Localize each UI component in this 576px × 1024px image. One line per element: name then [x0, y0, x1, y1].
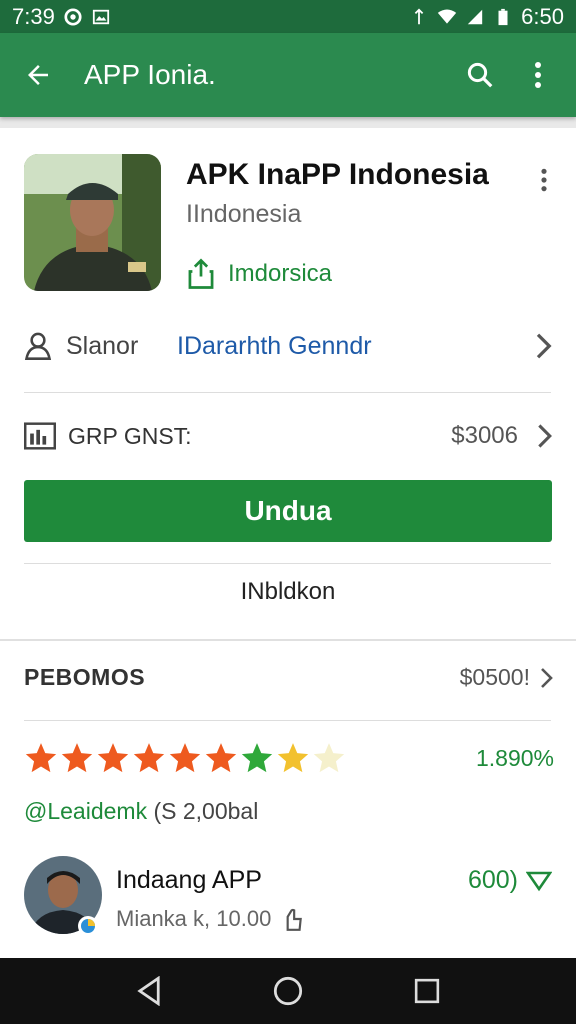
developer-label: Slanor — [66, 331, 139, 360]
app-bar: APP Ionia. — [0, 33, 576, 117]
app-subtitle: IIndonesia — [186, 200, 302, 228]
reviews-header-label: PEBOMOS — [24, 664, 146, 690]
chevron-right-icon — [541, 667, 553, 688]
price-value: $3006 — [451, 422, 518, 449]
square-recents-icon — [414, 978, 439, 1004]
nav-home-button[interactable] — [268, 971, 308, 1011]
reviews-header[interactable]: PEBOMOS $0500! — [24, 664, 554, 691]
divider — [24, 720, 551, 721]
star-icon — [241, 743, 273, 773]
share-icon — [188, 258, 214, 289]
rating-sub-highlight: @Leaidemk — [24, 798, 148, 824]
more-vert-icon — [535, 62, 541, 88]
developer-row[interactable]: Slanor IDararhth Genndr — [24, 314, 554, 378]
star-icon — [313, 743, 345, 773]
app-thumbnail[interactable] — [24, 154, 161, 291]
app-bar-title: APP Ionia. — [84, 59, 216, 90]
price-label: GRP GNST: — [68, 422, 192, 449]
star-icon — [97, 743, 129, 773]
status-time-left: 7:39 — [12, 3, 55, 29]
nav-recents-button[interactable] — [407, 971, 447, 1011]
circle-icon — [64, 7, 82, 26]
review-meta-text: Mianka k, 10.00 — [116, 906, 272, 931]
price-row[interactable]: GRP GNST: $3006 — [24, 408, 554, 464]
image-icon — [92, 9, 109, 24]
chart-icon — [24, 422, 56, 450]
reviews-header-value: $0500! — [459, 664, 530, 690]
cell-icon — [467, 9, 483, 24]
star-rating — [24, 741, 348, 775]
rating-sub-text: (S 2,00bal — [153, 798, 259, 824]
app-details-card: APK InaPP Indonesia IIndonesia Imdorsica… — [0, 128, 576, 958]
star-icon — [61, 743, 93, 773]
caret-down-icon[interactable] — [526, 870, 552, 892]
person-icon — [24, 332, 52, 360]
star-icon — [133, 743, 165, 773]
overflow-menu-button[interactable] — [518, 55, 558, 95]
rating-percentage: 1.890% — [475, 744, 554, 771]
secondary-action[interactable]: INbldkon — [24, 578, 552, 606]
reviewer-name: Indaang APP — [116, 866, 262, 894]
status-time-right: 6:50 — [521, 3, 564, 29]
install-button[interactable]: Undua — [24, 480, 552, 542]
star-icon — [25, 743, 57, 773]
app-title: APK InaPP Indonesia — [186, 158, 489, 191]
back-button[interactable] — [18, 55, 58, 95]
status-bar: 7:39 6:50 — [0, 0, 576, 33]
app-header: APK InaPP Indonesia IIndonesia Imdorsica — [24, 154, 554, 294]
more-vert-icon — [541, 168, 547, 192]
chevron-right-icon — [536, 333, 552, 359]
section-separator — [0, 639, 576, 641]
person-photo-icon — [24, 154, 161, 291]
review-count-value: 600) — [467, 866, 518, 894]
search-button[interactable] — [460, 55, 500, 95]
verified-badge-icon — [78, 916, 98, 936]
arrow-left-icon — [28, 65, 48, 85]
divider — [24, 563, 551, 564]
review-count: 600) — [468, 866, 552, 895]
system-nav-bar — [0, 958, 576, 1024]
review-item[interactable]: Indaang APP Mianka k, 10.00 600) — [24, 856, 554, 940]
share-label: Imdorsica — [228, 260, 333, 287]
developer-link[interactable]: IDararhth Genndr — [177, 332, 532, 361]
nav-back-button[interactable] — [129, 971, 169, 1011]
circle-home-icon — [273, 976, 303, 1006]
star-icon — [205, 743, 237, 773]
search-icon — [467, 62, 493, 88]
share-link[interactable]: Imdorsica — [186, 258, 332, 290]
thumbs-up-icon[interactable] — [281, 906, 303, 932]
review-meta: Mianka k, 10.00 — [116, 906, 303, 932]
battery-icon — [498, 8, 508, 25]
star-icon — [169, 743, 201, 773]
rating-subtext: @Leaidemk (S 2,00bal — [24, 798, 258, 825]
divider — [24, 392, 551, 393]
rating-stars-row: 1.890% — [24, 738, 554, 778]
star-icon — [277, 743, 309, 773]
chevron-right-icon — [538, 424, 552, 448]
wifi-icon — [438, 9, 457, 24]
signal-icon — [414, 8, 424, 24]
app-more-button[interactable] — [534, 160, 554, 200]
triangle-back-icon — [137, 976, 160, 1006]
